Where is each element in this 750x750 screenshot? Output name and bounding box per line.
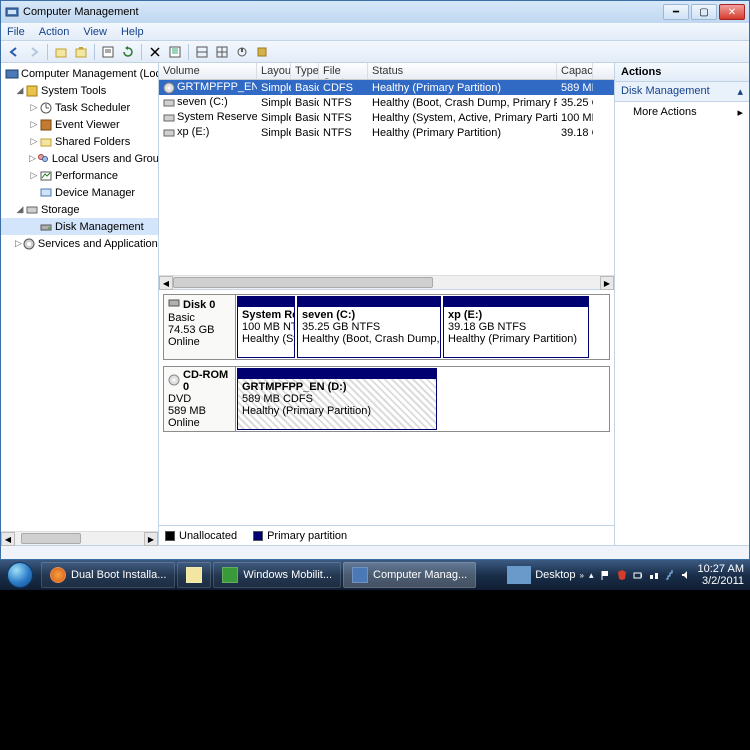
legend-primary-swatch bbox=[253, 531, 263, 541]
system-tray[interactable]: ▴ 10:27 AM 3/2/2011 bbox=[589, 563, 744, 587]
actions-group[interactable]: Disk Management▴ bbox=[615, 82, 749, 102]
taskbar-explorer[interactable] bbox=[177, 562, 211, 588]
disk0[interactable]: Disk 0 Basic74.53 GBOnline System Rese10… bbox=[163, 294, 610, 360]
tree-performance[interactable]: ▷Performance bbox=[1, 167, 158, 184]
maximize-button[interactable]: ▢ bbox=[691, 4, 717, 20]
flag-icon[interactable] bbox=[600, 569, 612, 581]
partition-seven[interactable]: seven (C:)35.25 GB NTFSHealthy (Boot, Cr… bbox=[297, 296, 441, 358]
list-row[interactable]: seven (C:) Simple Basic NTFS Healthy (Bo… bbox=[159, 95, 614, 110]
menu-view[interactable]: View bbox=[83, 26, 107, 38]
properties-button[interactable] bbox=[99, 43, 117, 61]
chevron-icon: » bbox=[580, 571, 584, 580]
volume-icon bbox=[163, 127, 175, 139]
center-pane: Volume Layout Type File System Status Ca… bbox=[159, 63, 615, 545]
menubar: File Action View Help bbox=[1, 23, 749, 41]
refresh-button[interactable] bbox=[119, 43, 137, 61]
titlebar[interactable]: Computer Management ━ ▢ ✕ bbox=[1, 1, 749, 23]
tree-system-tools[interactable]: ◢System Tools bbox=[1, 82, 158, 99]
taskbar: Dual Boot Installa... Windows Mobilit...… bbox=[0, 560, 750, 590]
forward-button[interactable] bbox=[25, 43, 43, 61]
up-button[interactable] bbox=[52, 43, 70, 61]
minimize-button[interactable]: ━ bbox=[663, 4, 689, 20]
disk0-info: Disk 0 Basic74.53 GBOnline bbox=[164, 295, 236, 359]
tree-storage[interactable]: ◢Storage bbox=[1, 201, 158, 218]
delete-icon[interactable] bbox=[146, 43, 164, 61]
back-button[interactable] bbox=[5, 43, 23, 61]
app-icon bbox=[5, 5, 19, 19]
volume-icon bbox=[163, 97, 175, 109]
col-status[interactable]: Status bbox=[368, 63, 557, 79]
col-capacity[interactable]: Capacit bbox=[557, 63, 593, 79]
sound-icon[interactable] bbox=[680, 569, 692, 581]
actions-header: Actions bbox=[615, 63, 749, 82]
cdrom-icon bbox=[168, 374, 180, 389]
graphical-view: Disk 0 Basic74.53 GBOnline System Rese10… bbox=[159, 289, 614, 525]
list-hscroll[interactable]: ◀▶ bbox=[159, 275, 614, 289]
col-filesystem[interactable]: File System bbox=[319, 63, 368, 79]
tree-services[interactable]: ▷Services and Applications bbox=[1, 235, 158, 252]
taskbar-mobility[interactable]: Windows Mobilit... bbox=[213, 562, 341, 588]
volume-icon bbox=[163, 112, 175, 124]
col-type[interactable]: Type bbox=[291, 63, 319, 79]
show-hide-button[interactable] bbox=[72, 43, 90, 61]
statusbar bbox=[1, 545, 749, 559]
taskbar-toolbar[interactable]: Desktop » bbox=[507, 566, 584, 584]
tree-event-viewer[interactable]: ▷Event Viewer bbox=[1, 116, 158, 133]
toolbar bbox=[1, 41, 749, 63]
more-actions[interactable]: More Actions▸ bbox=[615, 102, 749, 123]
tree-pane: Computer Management (Local) ◢System Tool… bbox=[1, 63, 159, 545]
actions-pane: Actions Disk Management▴ More Actions▸ bbox=[615, 63, 749, 545]
tray-chevron-icon[interactable]: ▴ bbox=[589, 570, 594, 581]
computer-management-window: Computer Management ━ ▢ ✕ File Action Vi… bbox=[0, 0, 750, 560]
list-row[interactable]: xp (E:) Simple Basic NTFS Healthy (Prima… bbox=[159, 125, 614, 140]
list-row[interactable]: System Reserved (B:) Simple Basic NTFS H… bbox=[159, 110, 614, 125]
windows-orb-icon bbox=[7, 562, 33, 588]
taskbar-firefox[interactable]: Dual Boot Installa... bbox=[41, 562, 175, 588]
collapse-icon: ▴ bbox=[737, 85, 743, 98]
shield-icon[interactable] bbox=[616, 569, 628, 581]
cdrom0-info: CD-ROM 0 DVD589 MBOnline bbox=[164, 367, 236, 431]
window-title: Computer Management bbox=[23, 6, 663, 18]
col-volume[interactable]: Volume bbox=[159, 63, 257, 79]
legend: Unallocated Primary partition bbox=[159, 525, 614, 545]
tree-hscroll[interactable]: ◀▶ bbox=[1, 531, 158, 545]
view-list-button[interactable] bbox=[193, 43, 211, 61]
tree-disk-management[interactable]: Disk Management bbox=[1, 218, 158, 235]
menu-help[interactable]: Help bbox=[121, 26, 144, 38]
tree-shared-folders[interactable]: ▷Shared Folders bbox=[1, 133, 158, 150]
disk-icon bbox=[168, 297, 180, 312]
tree-root[interactable]: Computer Management (Local) bbox=[1, 65, 158, 82]
power-icon[interactable] bbox=[632, 569, 644, 581]
network-icon[interactable] bbox=[648, 569, 660, 581]
partition-cdrom[interactable]: GRTMPFPP_EN (D:)589 MB CDFSHealthy (Prim… bbox=[237, 368, 437, 430]
tree-task-scheduler[interactable]: ▷Task Scheduler bbox=[1, 99, 158, 116]
volume-list-header: Volume Layout Type File System Status Ca… bbox=[159, 63, 614, 80]
wifi-icon[interactable] bbox=[664, 569, 676, 581]
clock[interactable]: 10:27 AM 3/2/2011 bbox=[698, 563, 744, 587]
menu-action[interactable]: Action bbox=[39, 26, 70, 38]
help-button[interactable] bbox=[253, 43, 271, 61]
start-button[interactable] bbox=[0, 560, 40, 590]
menu-file[interactable]: File bbox=[7, 26, 25, 38]
close-button[interactable]: ✕ bbox=[719, 4, 745, 20]
cdrom-icon bbox=[163, 82, 175, 94]
view-detail-button[interactable] bbox=[213, 43, 231, 61]
tree-device-manager[interactable]: Device Manager bbox=[1, 184, 158, 201]
desktop-toolbar-icon bbox=[507, 566, 531, 584]
settings-button[interactable] bbox=[166, 43, 184, 61]
view-graphical-button[interactable] bbox=[233, 43, 251, 61]
cdrom0[interactable]: CD-ROM 0 DVD589 MBOnline GRTMPFPP_EN (D:… bbox=[163, 366, 610, 432]
legend-unallocated-swatch bbox=[165, 531, 175, 541]
partition-xp[interactable]: xp (E:)39.18 GB NTFSHealthy (Primary Par… bbox=[443, 296, 589, 358]
list-row[interactable]: GRTMPFPP_EN (D:) Simple Basic CDFS Healt… bbox=[159, 80, 614, 95]
partition-system-reserved[interactable]: System Rese100 MB NTFSHealthy (Syst bbox=[237, 296, 295, 358]
col-layout[interactable]: Layout bbox=[257, 63, 291, 79]
volume-list[interactable]: GRTMPFPP_EN (D:) Simple Basic CDFS Healt… bbox=[159, 80, 614, 275]
chevron-right-icon: ▸ bbox=[737, 106, 743, 119]
taskbar-compmgmt[interactable]: Computer Manag... bbox=[343, 562, 476, 588]
tree-local-users[interactable]: ▷Local Users and Groups bbox=[1, 150, 158, 167]
